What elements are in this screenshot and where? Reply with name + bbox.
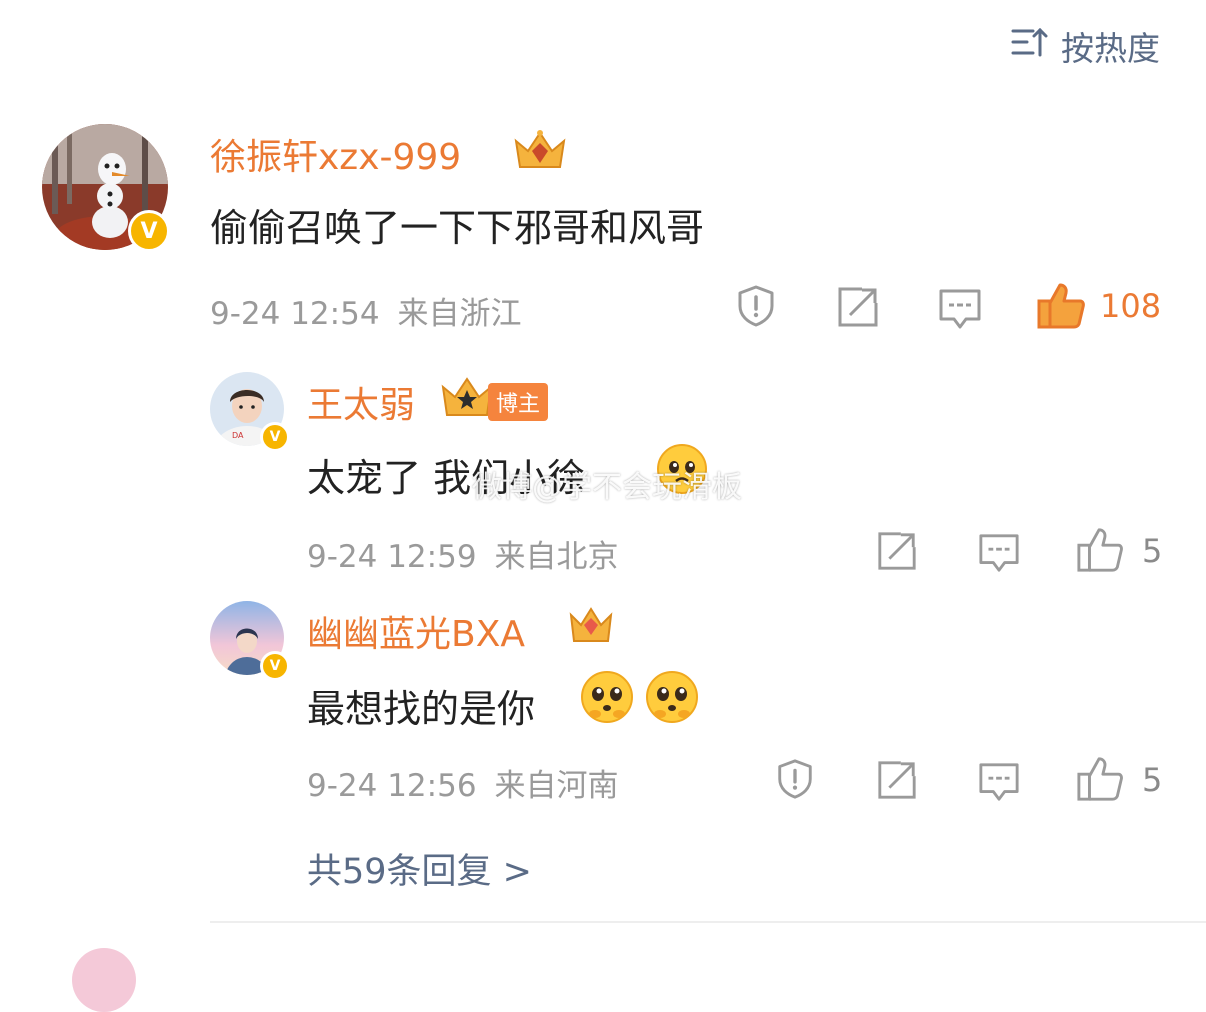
like-count: 108: [1100, 287, 1162, 325]
username[interactable]: 王太弱: [307, 376, 415, 428]
avatar[interactable]: [72, 948, 136, 1012]
comment-date: 9-24 12:54: [210, 296, 380, 332]
verified-badge-icon: V: [260, 651, 290, 681]
report-icon[interactable]: [734, 284, 778, 328]
comment-location: 来自浙江: [397, 296, 522, 332]
verified-badge-icon: V: [128, 210, 170, 252]
username[interactable]: 幽幽蓝光BXA: [307, 605, 525, 657]
blogger-tag: 博主: [488, 383, 549, 421]
repost-icon[interactable]: [876, 530, 918, 572]
divider: [210, 921, 1206, 923]
comment-meta: 9-24 12:59 来自北京: [307, 531, 619, 576]
verified-badge-icon: V: [260, 422, 290, 452]
repost-icon[interactable]: [836, 285, 880, 329]
like-icon[interactable]: [1076, 526, 1124, 574]
like-count: 5: [1142, 761, 1163, 799]
repost-icon[interactable]: [876, 759, 918, 801]
sort-label: 按热度: [1061, 29, 1160, 68]
sort-icon: [1009, 22, 1049, 70]
pleading-emoji-icon: [580, 670, 634, 728]
report-icon[interactable]: [774, 758, 816, 800]
svg-text:DA: DA: [232, 431, 244, 440]
vip-crown-icon: [512, 127, 568, 177]
vip-crown-icon: [440, 375, 494, 425]
reply-icon[interactable]: [978, 761, 1020, 803]
comment-location: 来自北京: [494, 539, 619, 575]
like-icon[interactable]: [1036, 281, 1086, 331]
pleading-emoji-icon: [645, 670, 699, 728]
comment-location: 来自河南: [494, 768, 619, 804]
comment-text: 最想找的是你: [307, 687, 536, 731]
vip-crown-icon: [568, 605, 614, 651]
view-all-replies-link[interactable]: 共59条回复 >: [307, 843, 532, 894]
like-icon[interactable]: [1076, 755, 1124, 803]
username[interactable]: 徐振轩xzx-999: [210, 128, 461, 180]
comment-meta: 9-24 12:54 来自浙江: [210, 288, 522, 333]
like-count: 5: [1142, 532, 1163, 570]
comment-date: 9-24 12:56: [307, 768, 477, 804]
reply-icon[interactable]: [938, 287, 982, 331]
reply-icon[interactable]: [978, 532, 1020, 574]
comment-text: 偷偷召唤了一下下邪哥和风哥: [210, 206, 705, 250]
comment-meta: 9-24 12:56 来自河南: [307, 760, 619, 805]
sort-by-hot-button[interactable]: 按热度: [1009, 22, 1160, 70]
comment-date: 9-24 12:59: [307, 539, 477, 575]
watermark: 微博@学不会玩滑板: [472, 470, 742, 505]
